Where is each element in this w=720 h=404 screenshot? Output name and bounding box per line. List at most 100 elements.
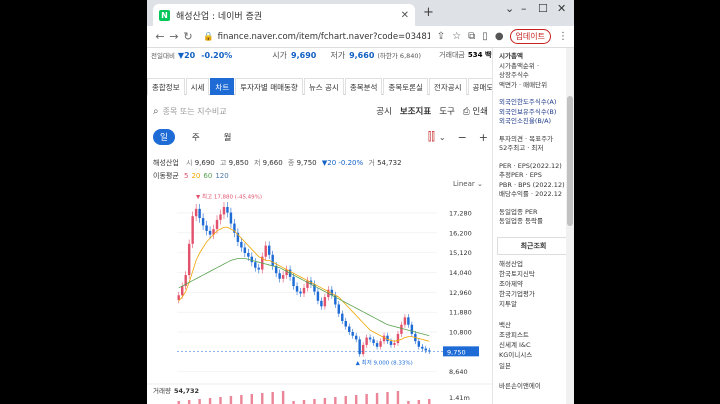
market-info-2: 상장주식수 [499,71,529,79]
forward-icon[interactable]: → [167,30,181,43]
period-month[interactable]: 월 [217,129,239,145]
tab-7[interactable]: 전자공시 [428,78,467,95]
tab-6[interactable]: 종목토론실 [383,78,428,95]
candle-body-58 [379,341,382,347]
recent-item-4[interactable]: 지투알 [499,299,568,309]
browser-tab[interactable]: N 해성산업 : 네이버 증권 ✕ [153,4,415,26]
ma-period-120: 120 [215,172,229,180]
stock-name: 해성산업 [153,159,179,167]
info-high: 9,850 [228,159,249,167]
candle-type-icon[interactable]: ⫿⫿ [428,130,435,144]
ratio-section: PER · EPS(2022.12) 추정PER · EPS PBR · BPS (… [493,158,574,204]
candle-body-50 [351,332,354,336]
scale-toggle[interactable]: Linear ⌄ [453,180,483,188]
period-day[interactable]: 일 [153,129,175,145]
change-pct: -0.20% [201,50,233,60]
candle-body-67 [410,324,414,334]
back-icon[interactable]: ← [153,30,167,43]
tab-2[interactable]: 차트 [210,78,235,95]
y-tick-label-0: 17,280 [449,209,472,217]
reload-icon[interactable]: ↻ [181,30,195,43]
period-week[interactable]: 주 [185,129,207,145]
close-tab-icon[interactable]: ✕ [401,10,409,21]
ohlc-info: 해성산업 시 9,690 고 9,850 저 9,660 종 9,750 ▼20… [153,158,402,168]
volume-bar-45 [334,397,337,404]
url-text: finance.naver.com/item/fchart.naver?code… [217,31,430,42]
bookmark-star-icon[interactable]: ☆ [452,31,461,42]
y-tick-label-1: 16,200 [449,229,472,237]
url-field[interactable]: 🔒 finance.naver.com/item/fchart.naver?cod… [203,32,430,42]
recent-item-2[interactable]: 조아제약 [499,279,568,289]
y-tick-label-7: 8,640 [449,368,468,376]
tab-3[interactable]: 투자자별 매매동향 [235,78,303,95]
change-value: ▼20 [177,50,196,60]
tab-4[interactable]: 뉴스 공시 [303,78,344,95]
close-window-icon[interactable]: ✕ [557,2,566,15]
tools-link[interactable]: 도구 [439,105,455,117]
candle-body-49 [348,326,351,333]
low-limit: (하한가 6,840) [377,52,422,60]
price-chart[interactable]: 17,280 16,200 15,120 14,040 12,960 11,880 10,8… [147,188,492,404]
volume-value: 54,732 [174,387,199,395]
candle-body-42 [323,297,327,307]
chevron-down-icon[interactable]: ⌄ [439,133,446,142]
recent-list: 해성산업 한국토지신탁 조아제약 한국기업평가 지투알 백산 조광피스트 신세계 I&C KG… [493,259,574,392]
ratio-info-1: 추정PER · EPS [499,171,542,179]
ma20-line [178,226,430,342]
recent-item-1[interactable]: 한국토지신탁 [499,269,568,279]
candle-body-54 [365,337,368,345]
info-close: 9,750 [296,159,317,167]
update-button[interactable]: 업데이트 [509,29,551,44]
opinion-info-1: 52주최고 · 최저 [499,144,544,152]
recent-item-9[interactable]: KG이니시스 [499,350,568,360]
tab-5[interactable]: 종목분석 [344,78,383,95]
zoom-in-icon[interactable]: + [479,131,488,144]
ma-period-20: 20 [191,172,201,180]
candle-body-19 [243,247,247,253]
volume-bar-63 [396,391,400,404]
scroll-thumb[interactable] [567,96,573,226]
candle-body-52 [358,339,361,355]
recent-item-6[interactable]: 백산 [499,320,568,330]
candle-body-70 [421,346,424,349]
recent-item-0[interactable]: 해성산업 [499,259,568,269]
sidepanel-icon[interactable]: ▯ [482,31,488,42]
scrollbar[interactable] [566,48,574,404]
tab-title: 해성산업 : 네이버 증권 [176,11,263,22]
extension-icon[interactable]: ⧉ [468,31,475,42]
recent-item-12[interactable]: 바른손이앤에이 [499,381,568,391]
info-close-label: 종 [287,159,295,167]
search-icon[interactable]: ⌕ [153,106,159,117]
new-tab-icon[interactable]: + [423,5,434,20]
info-change: ▼20 -0.20% [321,159,364,167]
recent-item-10[interactable]: 일본 [499,361,568,371]
indicator-link[interactable]: 보조지표 [400,105,431,117]
candle-body-33 [292,276,295,287]
candle-body-1 [181,286,184,296]
foreign-info-2: 외국인소진율(B/A) [499,117,552,125]
candle-body-18 [240,241,243,248]
print-button[interactable]: ⎙ 인쇄 [463,105,488,117]
tab-1[interactable]: 시세 [185,78,210,95]
compare-search-input[interactable]: 종목 또는 지수비교 [163,106,369,117]
info-low: 9,660 [262,159,283,167]
opinion-info-0: 투자의견 · 목표주가 [499,134,554,143]
recent-item-8[interactable]: 신세계 I&C [499,340,568,350]
minimize-icon[interactable]: – [521,2,527,15]
moving-average-legend[interactable]: 이동평균 5 20 60 120 [153,171,229,181]
volume-bar-36 [302,400,306,404]
recent-item-7[interactable]: 조광피스트 [499,330,568,340]
disclosure-link[interactable]: 공시 [376,105,392,117]
info-open-label: 시 [186,159,193,167]
candle-body-12 [219,214,222,220]
chevron-down-icon[interactable]: ⌄ [505,2,514,15]
tab-0[interactable]: 종합정보 [147,78,185,95]
maximize-icon[interactable]: ☐ [538,2,548,15]
menu-icon[interactable]: ⋮ [558,31,568,42]
zoom-out-icon[interactable]: − [458,131,467,144]
candle-body-23 [257,267,260,270]
share-icon[interactable]: ⇪ [437,31,445,42]
profile-icon[interactable]: ● [495,31,504,42]
recent-item-3[interactable]: 한국기업평가 [499,289,568,299]
info-volume: 54,732 [377,159,402,167]
